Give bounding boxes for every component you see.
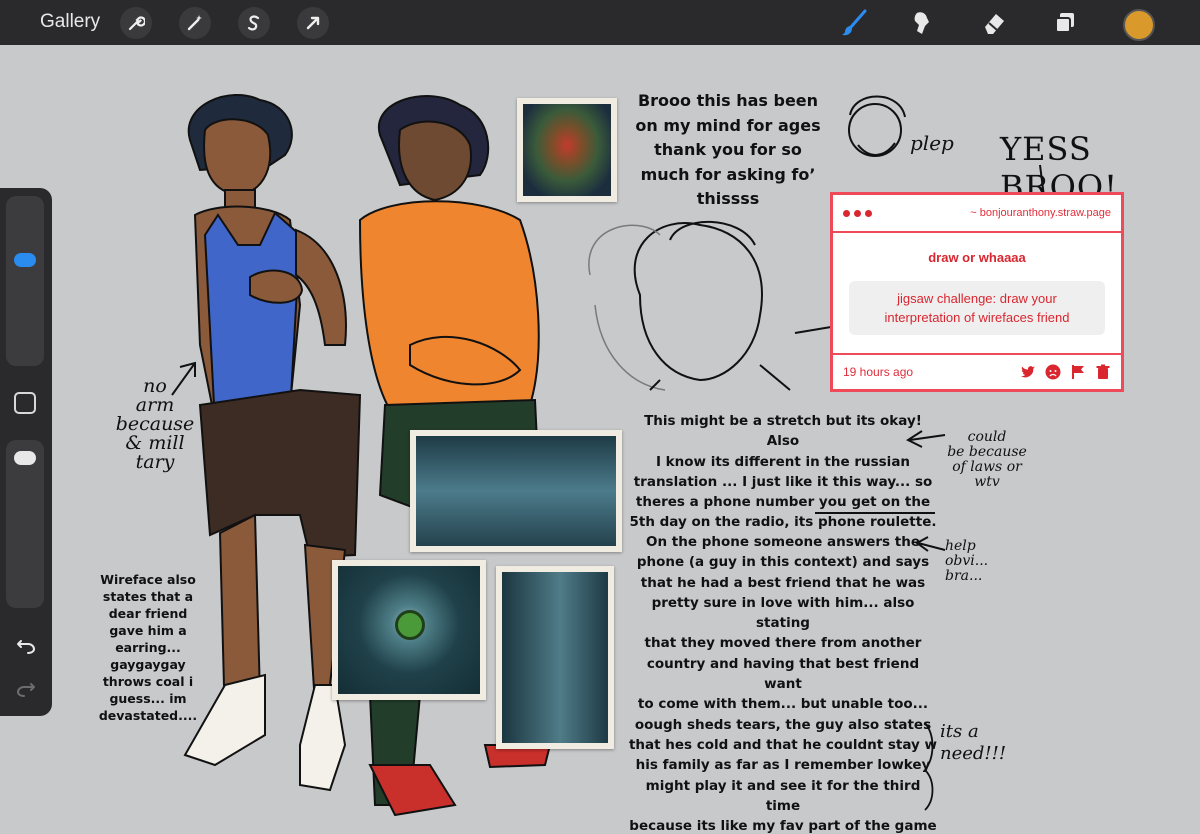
straw-url[interactable]: ~ bonjouranthony.straw.page — [970, 207, 1111, 219]
redo-icon[interactable] — [13, 676, 39, 702]
glow-photo — [517, 98, 617, 202]
paragraph-line: pretty sure in love with him... also sta… — [651, 594, 915, 632]
note-line: need!!! — [940, 743, 1007, 764]
note-line: wtv — [974, 474, 1000, 490]
note-line: dear friend — [108, 606, 188, 621]
note-line: bra... — [945, 568, 983, 584]
card-title: draw or whaaaa — [928, 250, 1026, 265]
paragraph-line: On the phone someone answers the — [646, 534, 920, 550]
note-line: help — [945, 538, 976, 554]
note-line: states that a — [102, 589, 194, 604]
opacity-slider[interactable] — [6, 440, 44, 608]
paragraph-line: 5th day on the radio, its phone roulette… — [629, 514, 937, 531]
window-dots — [843, 204, 876, 222]
brush-icon[interactable] — [838, 7, 870, 39]
angry-face-icon[interactable] — [1045, 364, 1061, 380]
paragraph-line: country and having that best friend want — [646, 655, 920, 693]
note-line: obvi... — [945, 553, 989, 569]
drawing-canvas[interactable]: Brooo this has been on my mind for ages … — [0, 45, 1200, 834]
layers-icon[interactable] — [1049, 7, 1081, 39]
twitter-icon[interactable] — [1020, 364, 1036, 380]
paragraph-line: that he had a best friend that he was — [640, 574, 926, 591]
eye-photo — [332, 560, 486, 700]
paragraph-line: to come with them... but unable too... — [637, 696, 929, 713]
note-line: could — [967, 429, 1007, 445]
paragraph-line: theres a phone number you get on the — [635, 494, 931, 511]
selection-icon[interactable] — [238, 7, 270, 39]
note-line: tary — [135, 451, 175, 473]
modify-button[interactable] — [14, 392, 36, 414]
note-line: devastated.... — [98, 708, 198, 723]
color-picker-button[interactable] — [1123, 9, 1155, 41]
note-line: throws coal i — [102, 674, 194, 689]
paragraph-line: might play it and see it for the third t… — [645, 777, 921, 814]
undo-icon[interactable] — [13, 633, 39, 659]
brush-size-slider[interactable] — [6, 196, 44, 366]
paragraph-line: that they moved there from another — [644, 635, 922, 652]
ear-photo — [496, 566, 614, 749]
note-line: gaygaygay — [110, 657, 186, 672]
opacity-handle[interactable] — [14, 451, 36, 466]
plep-note: plep — [910, 131, 954, 155]
paragraph-line: I know its different in the russian — [655, 453, 911, 470]
side-toolbar — [0, 188, 52, 716]
message-line: on my mind for ages — [635, 115, 821, 135]
straw-page-card: ~ bonjouranthony.straw.page draw or whaa… — [830, 192, 1124, 392]
card-message-line: interpretation of wirefaces friend — [884, 310, 1070, 325]
trash-icon[interactable] — [1095, 364, 1111, 380]
note-line: Wireface also — [100, 572, 196, 587]
note-line: of laws or — [952, 459, 1022, 475]
paragraph-line: phone (a guy in this context) and says — [636, 554, 930, 571]
paragraph-line: oough sheds tears, the guy also states — [634, 716, 932, 733]
note-line: be because — [947, 444, 1027, 460]
magic-wand-icon[interactable] — [179, 7, 211, 39]
paragraph-line: translation ... I just like it this way.… — [633, 473, 933, 490]
note-line: gave him a — [109, 623, 187, 638]
note-line: its a — [940, 721, 979, 742]
paragraph-line: because its like my fav part of the game — [629, 818, 937, 834]
top-toolbar: Gallery — [0, 0, 1200, 45]
message-line: Brooo this has been — [637, 91, 819, 110]
gallery-button[interactable]: Gallery — [40, 11, 100, 33]
smudge-icon[interactable] — [906, 7, 938, 39]
note-line: earring... — [115, 640, 181, 655]
paragraph-line: his family as far as I remember lowkey — [635, 757, 931, 774]
message-line: much for asking fo’ — [640, 164, 816, 184]
hands-photo — [410, 430, 622, 552]
card-message-line: jigsaw challenge: draw your — [897, 291, 1057, 306]
flag-icon[interactable] — [1070, 364, 1086, 380]
paragraph-line: This might be a stretch but its okay! Al… — [644, 413, 922, 450]
transform-arrow-icon[interactable] — [297, 7, 329, 39]
card-timestamp: 19 hours ago — [843, 365, 914, 379]
eraser-icon[interactable] — [978, 7, 1010, 39]
card-message: jigsaw challenge: draw your interpretati… — [849, 281, 1105, 335]
paragraph-line: that hes cold and that he couldnt stay w — [628, 736, 938, 753]
note-line: guess... im — [109, 691, 187, 706]
wrench-icon[interactable] — [120, 7, 152, 39]
brush-size-handle[interactable] — [14, 253, 36, 267]
message-line: thank you for so — [654, 140, 802, 159]
message-line: thissss — [696, 189, 760, 208]
